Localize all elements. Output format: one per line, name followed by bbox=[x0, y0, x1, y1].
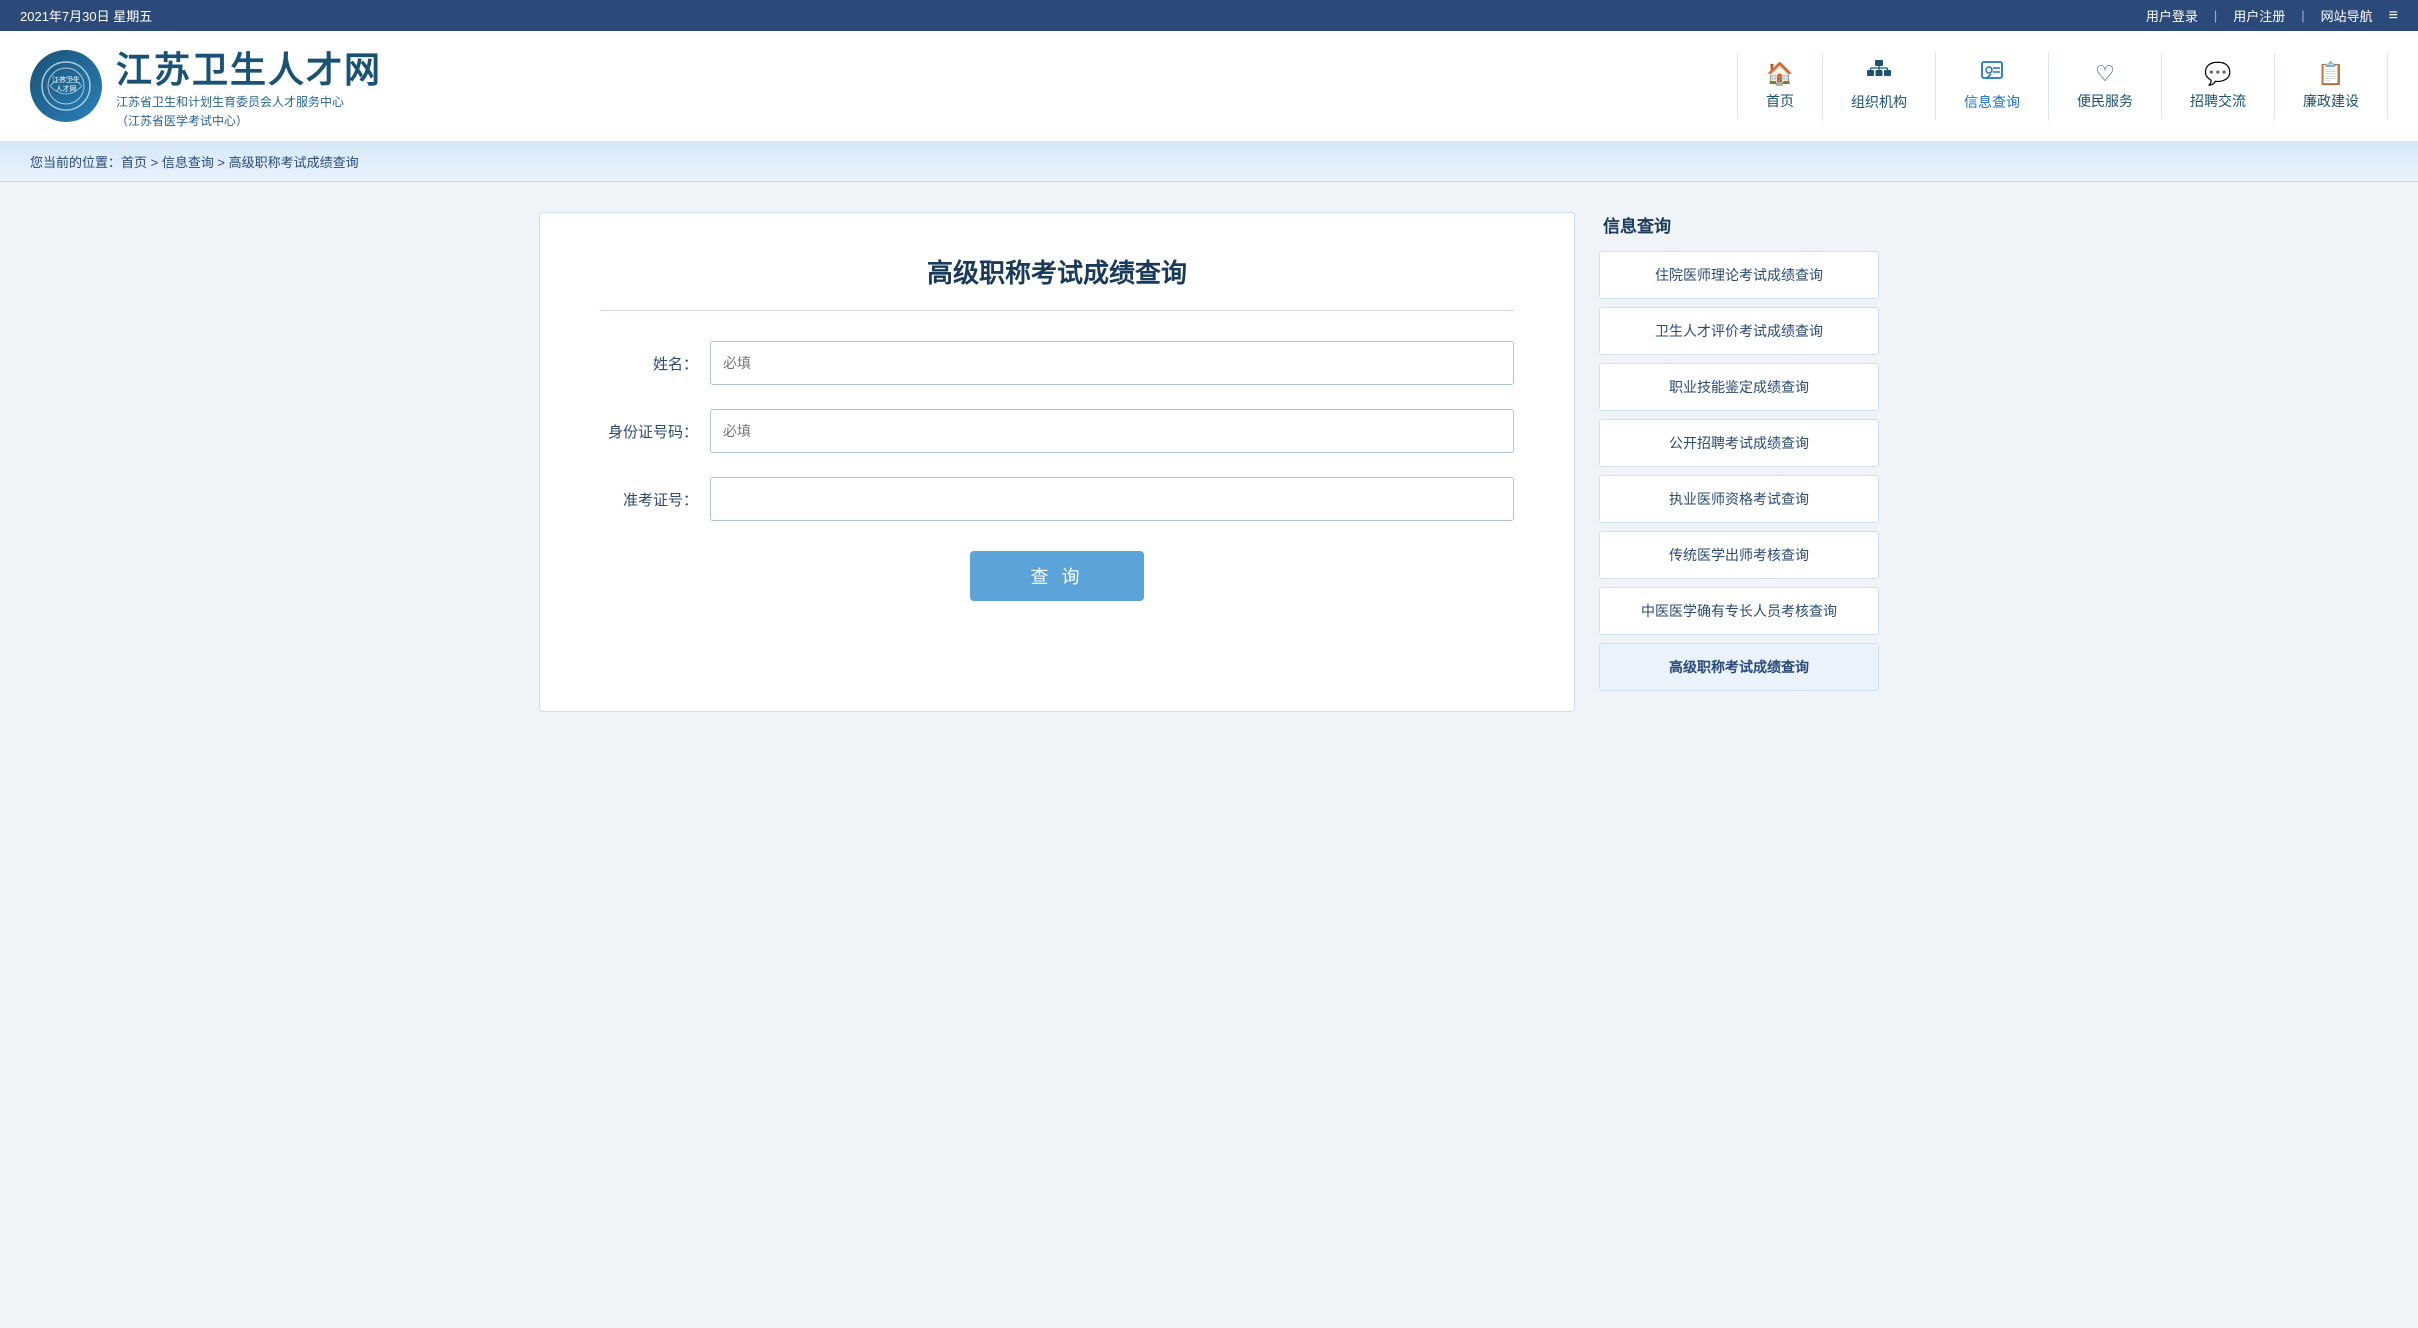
date-display: 2021年7月30日 星期五 bbox=[20, 6, 152, 25]
form-title: 高级职称考试成绩查询 bbox=[600, 253, 1514, 311]
clean-icon: 📋 bbox=[2317, 61, 2344, 87]
recruit-icon: 💬 bbox=[2204, 61, 2231, 87]
logo-area: 江苏卫生 人才网 江苏卫生人才网 江苏省卫生和计划生育委员会人才服务中心 （江苏… bbox=[30, 41, 382, 131]
divider2: | bbox=[2301, 8, 2304, 23]
examno-input[interactable] bbox=[710, 477, 1514, 521]
info-icon bbox=[1980, 60, 2004, 88]
service-icon: ♡ bbox=[2095, 61, 2115, 87]
top-bar-actions: 用户登录 | 用户注册 | 网站导航 ≡ bbox=[2146, 6, 2398, 25]
svg-text:江苏卫生: 江苏卫生 bbox=[52, 75, 80, 84]
home-icon: 🏠 bbox=[1766, 61, 1793, 87]
site-title: 江苏卫生人才网 bbox=[116, 41, 382, 93]
nav-item-recruit[interactable]: 💬 招聘交流 bbox=[2162, 53, 2275, 119]
nav-label-clean: 廉政建设 bbox=[2303, 91, 2359, 111]
idcard-label: 身份证号码： bbox=[600, 421, 710, 442]
nav-label-info: 信息查询 bbox=[1964, 92, 2020, 112]
name-label: 姓名： bbox=[600, 353, 710, 374]
idcard-row: 身份证号码： bbox=[600, 409, 1514, 453]
sidebar-item-0[interactable]: 住院医师理论考试成绩查询 bbox=[1599, 251, 1879, 299]
divider1: | bbox=[2214, 8, 2217, 23]
nav-label-home: 首页 bbox=[1766, 91, 1794, 111]
btn-row: 查 询 bbox=[600, 551, 1514, 601]
sidebar-item-7[interactable]: 高级职称考试成绩查询 bbox=[1599, 643, 1879, 691]
site-nav-link[interactable]: 网站导航 bbox=[2321, 6, 2373, 25]
breadcrumb: 您当前的位置：首页 > 信息查询 > 高级职称考试成绩查询 bbox=[0, 142, 2418, 182]
site-header: 江苏卫生 人才网 江苏卫生人才网 江苏省卫生和计划生育委员会人才服务中心 （江苏… bbox=[0, 31, 2418, 142]
sidebar-item-1[interactable]: 卫生人才评价考试成绩查询 bbox=[1599, 307, 1879, 355]
sidebar-item-3[interactable]: 公开招聘考试成绩查询 bbox=[1599, 419, 1879, 467]
sidebar-item-6[interactable]: 中医医学确有专长人员考核查询 bbox=[1599, 587, 1879, 635]
nav-label-recruit: 招聘交流 bbox=[2190, 91, 2246, 111]
breadcrumb-text: 您当前的位置：首页 > 信息查询 > 高级职称考试成绩查询 bbox=[30, 155, 359, 170]
menu-icon[interactable]: ≡ bbox=[2389, 7, 2398, 25]
examno-label: 准考证号： bbox=[600, 489, 710, 510]
site-subtitle2: （江苏省医学考试中心） bbox=[116, 112, 382, 131]
main-content: 高级职称考试成绩查询 姓名： 身份证号码： 准考证号： 查 询 信息查询 住院医… bbox=[509, 182, 1909, 742]
nav-item-service[interactable]: ♡ 便民服务 bbox=[2049, 53, 2162, 119]
nav-item-info[interactable]: 信息查询 bbox=[1936, 52, 2049, 120]
nav-item-home[interactable]: 🏠 首页 bbox=[1737, 53, 1823, 119]
sidebar-title: 信息查询 bbox=[1599, 212, 1879, 237]
nav-item-clean[interactable]: 📋 廉政建设 bbox=[2275, 53, 2388, 119]
login-link[interactable]: 用户登录 bbox=[2146, 6, 2198, 25]
idcard-input[interactable] bbox=[710, 409, 1514, 453]
logo-text-area: 江苏卫生人才网 江苏省卫生和计划生育委员会人才服务中心 （江苏省医学考试中心） bbox=[116, 41, 382, 131]
name-row: 姓名： bbox=[600, 341, 1514, 385]
form-section: 高级职称考试成绩查询 姓名： 身份证号码： 准考证号： 查 询 bbox=[539, 212, 1575, 712]
nav-item-org[interactable]: 组织机构 bbox=[1823, 52, 1936, 120]
org-icon bbox=[1867, 60, 1891, 88]
sidebar-item-2[interactable]: 职业技能鉴定成绩查询 bbox=[1599, 363, 1879, 411]
svg-text:人才网: 人才网 bbox=[56, 84, 77, 93]
site-subtitle1: 江苏省卫生和计划生育委员会人才服务中心 bbox=[116, 93, 382, 112]
nav-label-org: 组织机构 bbox=[1851, 92, 1907, 112]
logo-icon: 江苏卫生 人才网 bbox=[30, 50, 102, 122]
nav-label-service: 便民服务 bbox=[2077, 91, 2133, 111]
query-button[interactable]: 查 询 bbox=[970, 551, 1143, 601]
sidebar-item-5[interactable]: 传统医学出师考核查询 bbox=[1599, 531, 1879, 579]
name-input[interactable] bbox=[710, 341, 1514, 385]
examno-row: 准考证号： bbox=[600, 477, 1514, 521]
register-link[interactable]: 用户注册 bbox=[2233, 6, 2285, 25]
top-bar: 2021年7月30日 星期五 用户登录 | 用户注册 | 网站导航 ≡ bbox=[0, 0, 2418, 31]
main-nav: 🏠 首页 组织机构 bbox=[382, 52, 2388, 120]
sidebar-item-4[interactable]: 执业医师资格考试查询 bbox=[1599, 475, 1879, 523]
sidebar: 信息查询 住院医师理论考试成绩查询 卫生人才评价考试成绩查询 职业技能鉴定成绩查… bbox=[1599, 212, 1879, 712]
